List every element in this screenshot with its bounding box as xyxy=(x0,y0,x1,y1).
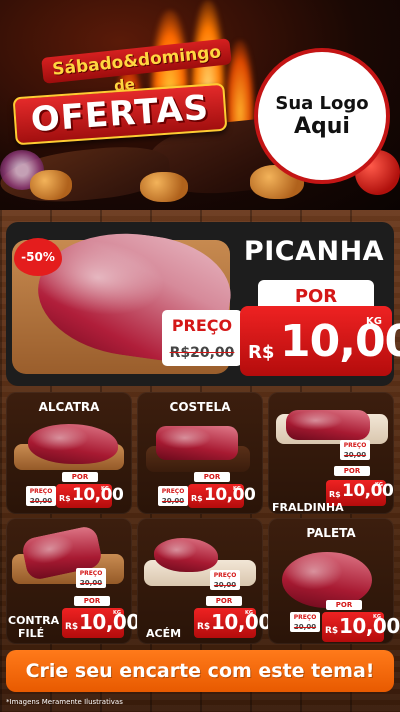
preco-label: PREÇO xyxy=(26,486,56,496)
price-value: 10,00 xyxy=(280,316,400,367)
alcatra-image xyxy=(28,424,118,464)
currency-symbol: R$ xyxy=(248,342,275,363)
logo-line2: Aqui xyxy=(294,114,350,139)
price-value: 10,00 xyxy=(339,614,400,638)
product-name: ACÉM xyxy=(146,627,182,640)
promo-ofertas-banner: OFERTAS xyxy=(12,82,228,146)
potato-image xyxy=(30,170,72,200)
price-tag: R$ 10,00 KG xyxy=(194,608,272,638)
currency-symbol: R$ xyxy=(191,494,203,503)
product-name: FRALDINHA xyxy=(272,501,344,514)
logo-placeholder: Sua Logo Aqui xyxy=(254,48,390,184)
unit-label: KG xyxy=(375,482,383,488)
featured-preco-label: PREÇO xyxy=(162,310,242,340)
preco-label: PREÇO xyxy=(76,568,106,578)
unit-label: KG xyxy=(113,610,121,616)
por-label: POR xyxy=(334,466,370,476)
old-price: 20,00 xyxy=(290,622,320,632)
preco-label: PREÇO xyxy=(290,612,320,622)
promo-weekend-label: Sábado&domingo xyxy=(41,38,233,84)
unit-label: KG xyxy=(233,486,241,492)
costela-image xyxy=(156,426,238,460)
currency-symbol: R$ xyxy=(329,490,341,499)
featured-product-name: PICANHA xyxy=(243,236,385,267)
currency-symbol: R$ xyxy=(65,622,79,632)
potato-image xyxy=(140,172,188,202)
por-label: POR xyxy=(194,472,230,482)
currency-symbol: R$ xyxy=(197,622,211,632)
preco-label: PREÇO xyxy=(158,486,188,496)
product-name-line2: FILÉ xyxy=(18,627,45,640)
price-value: 10,00 xyxy=(79,610,140,634)
price-tag: R$ 10,00 KG xyxy=(322,612,400,642)
old-price: 20,00 xyxy=(76,578,106,588)
old-price: 20,00 xyxy=(158,496,188,506)
unit-label: KG xyxy=(366,316,382,327)
currency-symbol: R$ xyxy=(325,626,339,636)
price-tag: R$ 10,00 KG xyxy=(56,484,124,508)
price-tag: R$ 10,00 KG xyxy=(188,484,256,508)
acem-image xyxy=(154,538,218,572)
por-label: POR xyxy=(206,596,242,606)
featured-new-price: R$ 10,00 KG xyxy=(240,306,400,376)
currency-symbol: R$ xyxy=(59,494,71,503)
disclaimer-text: *Imagens Meramente Ilustrativas xyxy=(6,698,123,706)
price-value: 10,00 xyxy=(204,485,256,505)
por-label: POR xyxy=(62,472,98,482)
price-value: 10,00 xyxy=(72,485,124,505)
product-name: COSTELA xyxy=(169,400,231,414)
product-name: PALETA xyxy=(306,526,356,540)
price-value: 10,00 xyxy=(211,610,272,634)
old-price: 20,00 xyxy=(210,580,240,590)
por-label: POR xyxy=(74,596,110,606)
promo-title: Sábado&domingo de OFERTAS xyxy=(12,38,233,148)
unit-label: KG xyxy=(101,486,109,492)
product-name: ALCATRA xyxy=(38,400,100,414)
por-label: POR xyxy=(326,600,362,610)
preco-label: PREÇO xyxy=(340,440,370,450)
product-name-line1: CONTRA xyxy=(8,614,60,627)
promo-ofertas-text: OFERTAS xyxy=(29,87,211,141)
discount-badge: -50% xyxy=(14,238,62,276)
unit-label: KG xyxy=(245,610,253,616)
price-tag: R$ 10,00 KG xyxy=(62,608,140,638)
header-banner: Sábado&domingo de OFERTAS Sua Logo Aqui xyxy=(0,0,400,210)
old-price: 20,00 xyxy=(340,450,370,460)
price-value: 10,00 xyxy=(342,481,394,501)
create-flyer-cta[interactable]: Crie seu encarte com este tema! xyxy=(6,650,394,692)
fraldinha-image xyxy=(286,410,370,440)
preco-label: PREÇO xyxy=(210,570,240,580)
unit-label: KG xyxy=(373,614,381,620)
logo-line1: Sua Logo xyxy=(275,93,369,114)
featured-old-price: R$20,00 xyxy=(162,340,242,366)
old-price: 20,00 xyxy=(26,496,56,506)
